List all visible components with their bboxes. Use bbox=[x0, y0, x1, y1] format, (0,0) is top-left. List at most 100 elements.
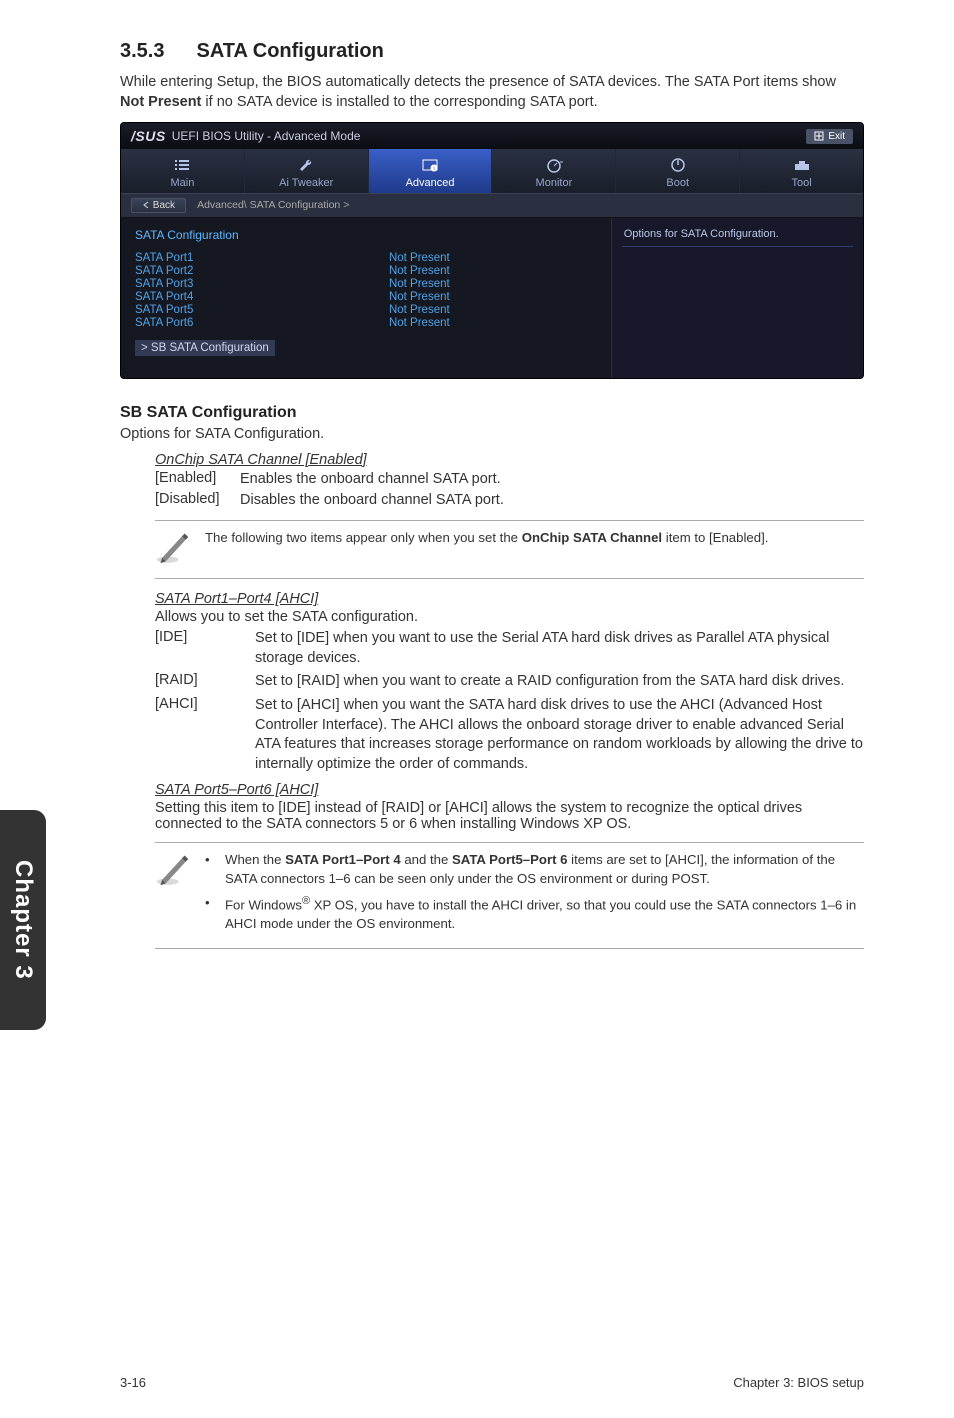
note-text-frag: The following two items appear only when… bbox=[205, 530, 522, 545]
bios-port-val: Not Present bbox=[389, 291, 450, 303]
bios-sata-row: SATA Port4Not Present bbox=[135, 291, 597, 303]
bios-exit-label: Exit bbox=[828, 131, 845, 142]
note-text-bold: OnChip SATA Channel bbox=[522, 530, 662, 545]
bios-panel-title: SATA Configuration bbox=[135, 228, 597, 242]
bios-port-key: SATA Port4 bbox=[135, 291, 389, 303]
bios-exit-button[interactable]: Exit bbox=[806, 129, 853, 144]
bios-body: SATA Configuration SATA Port1Not Present… bbox=[121, 218, 863, 378]
bios-tab-monitor[interactable]: Monitor bbox=[492, 149, 616, 193]
bios-tab-label: Advanced bbox=[406, 177, 455, 189]
option-row: [AHCI]Set to [AHCI] when you want the SA… bbox=[155, 696, 864, 774]
power-icon bbox=[616, 155, 739, 175]
note-text-frag: item to [Enabled]. bbox=[662, 530, 768, 545]
onchip-title: OnChip SATA Channel [Enabled] bbox=[155, 452, 864, 468]
note-frag: For Windows bbox=[225, 898, 302, 913]
bios-port-val: Not Present bbox=[389, 317, 450, 329]
bios-tab-label: Boot bbox=[666, 177, 689, 189]
bios-tab-label: Main bbox=[170, 177, 194, 189]
bios-tab-tweaker[interactable]: Ai Tweaker bbox=[245, 149, 369, 193]
option-key: [Disabled] bbox=[155, 491, 240, 511]
sb-sata-heading: SB SATA Configuration bbox=[120, 404, 864, 422]
bios-port-key: SATA Port5 bbox=[135, 304, 389, 316]
bios-tab-main[interactable]: Main bbox=[121, 149, 245, 193]
option-val: Set to [IDE] when you want to use the Se… bbox=[255, 629, 864, 668]
note-bullet: • For Windows® XP OS, you have to instal… bbox=[205, 894, 864, 933]
bios-sata-row: SATA Port5Not Present bbox=[135, 304, 597, 316]
bios-port-val: Not Present bbox=[389, 304, 450, 316]
bios-titlebar: /SUS UEFI BIOS Utility - Advanced Mode E… bbox=[121, 123, 863, 149]
note-bold: SATA Port5–Port 6 bbox=[452, 852, 568, 867]
bios-sata-row: SATA Port3Not Present bbox=[135, 278, 597, 290]
sb-sata-text: Options for SATA Configuration. bbox=[120, 426, 864, 442]
port56-title: SATA Port5–Port6 [AHCI] bbox=[155, 782, 864, 798]
option-val: Set to [RAID] when you want to create a … bbox=[255, 672, 864, 692]
bios-utility-title: UEFI BIOS Utility - Advanced Mode bbox=[172, 129, 361, 143]
chapter-side-tab-text: Chapter 3 bbox=[9, 860, 37, 980]
note-frag: XP OS, you have to install the AHCI driv… bbox=[225, 898, 856, 931]
note-frag: When the bbox=[225, 852, 285, 867]
bios-sb-sata-link[interactable]: > SB SATA Configuration bbox=[135, 340, 275, 356]
option-key: [RAID] bbox=[155, 672, 255, 692]
bios-tab-advanced[interactable]: i Advanced bbox=[369, 149, 493, 193]
section-number: 3.5.3 bbox=[120, 40, 164, 62]
option-key: [AHCI] bbox=[155, 696, 255, 774]
port14-intro: Allows you to set the SATA configuration… bbox=[155, 609, 864, 625]
bios-tab-label: Tool bbox=[791, 177, 811, 189]
option-row: [Enabled]Enables the onboard channel SAT… bbox=[155, 470, 864, 490]
arrow-left-icon bbox=[142, 201, 150, 209]
section-heading: 3.5.3 SATA Configuration bbox=[120, 40, 864, 63]
bios-tab-label: Monitor bbox=[536, 177, 573, 189]
option-val: Set to [AHCI] when you want the SATA har… bbox=[255, 696, 864, 774]
bullet-dot: • bbox=[205, 894, 225, 933]
note-bullet-text: When the SATA Port1–Port 4 and the SATA … bbox=[225, 851, 864, 888]
note-bullets: • When the SATA Port1–Port 4 and the SAT… bbox=[205, 851, 864, 939]
bios-screenshot: /SUS UEFI BIOS Utility - Advanced Mode E… bbox=[120, 122, 864, 379]
footer-chapter-label: Chapter 3: BIOS setup bbox=[733, 1375, 864, 1390]
exit-icon bbox=[814, 131, 824, 141]
note-bullet: • When the SATA Port1–Port 4 and the SAT… bbox=[205, 851, 864, 888]
bios-main-panel: SATA Configuration SATA Port1Not Present… bbox=[121, 218, 611, 378]
option-key: [Enabled] bbox=[155, 470, 240, 490]
page-footer: 3-16 Chapter 3: BIOS setup bbox=[120, 1375, 864, 1390]
pencil-icon bbox=[155, 851, 191, 892]
note-sup: ® bbox=[302, 895, 310, 907]
bios-tabs: Main Ai Tweaker i Advanced Monitor Boot … bbox=[121, 149, 863, 193]
wrench-icon bbox=[245, 155, 368, 175]
bios-port-key: SATA Port3 bbox=[135, 278, 389, 290]
option-row: [RAID]Set to [RAID] when you want to cre… bbox=[155, 672, 864, 692]
bios-tab-tool[interactable]: Tool bbox=[740, 149, 863, 193]
port56-text: Setting this item to [IDE] instead of [R… bbox=[155, 800, 864, 832]
bios-tab-boot[interactable]: Boot bbox=[616, 149, 740, 193]
svg-text:i: i bbox=[434, 166, 435, 172]
intro-paragraph: While entering Setup, the BIOS automatic… bbox=[120, 73, 864, 112]
bios-breadcrumb: Advanced\ SATA Configuration > bbox=[197, 199, 349, 211]
bios-brand: /SUS bbox=[131, 128, 166, 144]
note-bullet-text: For Windows® XP OS, you have to install … bbox=[225, 894, 864, 933]
bios-side-panel: Options for SATA Configuration. bbox=[611, 218, 863, 378]
note-bold: SATA Port1–Port 4 bbox=[285, 852, 401, 867]
bios-breadcrumb-bar: Back Advanced\ SATA Configuration > bbox=[121, 193, 863, 218]
bios-port-val: Not Present bbox=[389, 252, 450, 264]
chip-icon: i bbox=[369, 155, 492, 175]
option-val: Disables the onboard channel SATA port. bbox=[240, 491, 864, 511]
chapter-side-tab: Chapter 3 bbox=[0, 810, 46, 1030]
section-title: SATA Configuration bbox=[196, 40, 383, 62]
bios-port-key: SATA Port1 bbox=[135, 252, 389, 264]
bios-port-val: Not Present bbox=[389, 278, 450, 290]
note-block: • When the SATA Port1–Port 4 and the SAT… bbox=[155, 842, 864, 948]
bios-sata-row: SATA Port1Not Present bbox=[135, 252, 597, 264]
bios-sb-sata-link-label: SB SATA Configuration bbox=[151, 342, 269, 354]
monitor-icon bbox=[492, 155, 615, 175]
bios-tab-label: Ai Tweaker bbox=[279, 177, 333, 189]
footer-page-number: 3-16 bbox=[120, 1375, 146, 1390]
note-frag: and the bbox=[401, 852, 452, 867]
tool-icon bbox=[740, 155, 863, 175]
bios-back-label: Back bbox=[153, 200, 175, 211]
bullet-dot: • bbox=[205, 851, 225, 888]
note-text: The following two items appear only when… bbox=[205, 529, 768, 547]
bios-back-button[interactable]: Back bbox=[131, 198, 186, 213]
option-row: [Disabled]Disables the onboard channel S… bbox=[155, 491, 864, 511]
bios-sata-row: SATA Port6Not Present bbox=[135, 317, 597, 329]
bios-port-key: SATA Port2 bbox=[135, 265, 389, 277]
option-key: [IDE] bbox=[155, 629, 255, 668]
